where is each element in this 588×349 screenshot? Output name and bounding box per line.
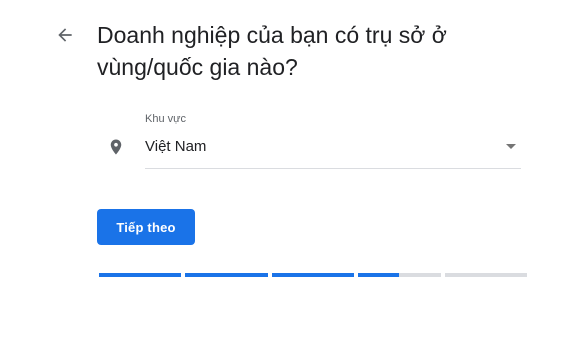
progress-bar [99, 273, 528, 277]
progress-step-fill [358, 273, 400, 277]
location-pin-icon [110, 139, 122, 155]
next-button[interactable]: Tiếp theo [97, 209, 195, 245]
region-select[interactable]: Việt Nam [145, 130, 521, 169]
progress-step [358, 273, 441, 277]
region-field-label: Khu vực [145, 113, 186, 125]
progress-step [444, 273, 528, 277]
arrow-back-icon [58, 28, 72, 42]
dropdown-arrow-icon [506, 144, 516, 149]
progress-step [185, 273, 268, 277]
progress-step-fill [271, 273, 355, 277]
region-select-value: Việt Nam [145, 138, 207, 155]
progress-step-fill [185, 273, 268, 277]
page-title: Doanh nghiệp của bạn có trụ sở ở vùng/qu… [97, 22, 447, 80]
progress-step [271, 273, 355, 277]
back-button[interactable] [52, 22, 78, 48]
progress-step-fill [99, 273, 182, 277]
progress-step [99, 273, 182, 277]
